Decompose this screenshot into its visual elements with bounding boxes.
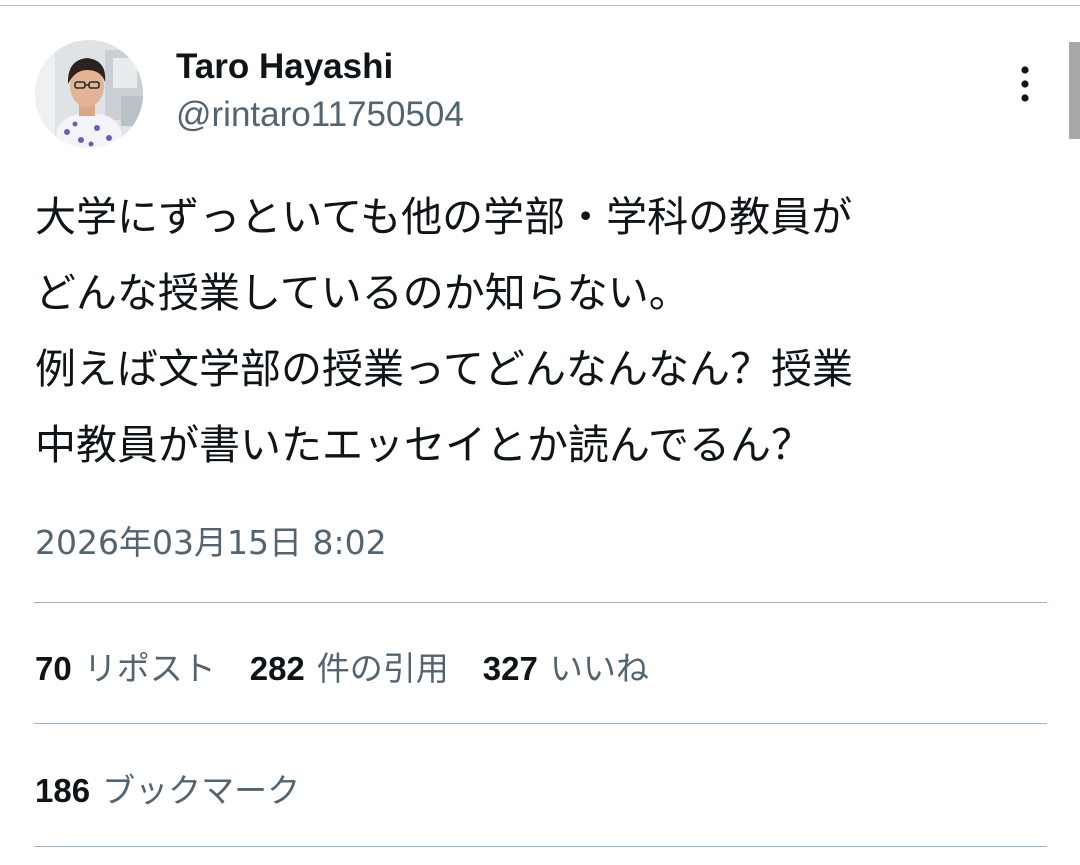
tweet-timestamp[interactable]: 2026年03月15日 8:02 xyxy=(35,520,387,566)
quotes-stat[interactable]: 282 件の引用 xyxy=(250,642,449,690)
display-name[interactable]: Taro Hayashi xyxy=(176,44,393,90)
bookmarks-stats: 186 ブックマーク xyxy=(35,765,334,811)
scrollbar[interactable] xyxy=(1069,42,1080,139)
tweet-text-line: 中教員が書いたエッセイとか読んでるん？ xyxy=(35,421,812,469)
tweet-text-line: どんな授業しているのか知らない。 xyxy=(35,269,690,317)
reposts-stat[interactable]: 70 リポスト xyxy=(35,642,216,690)
likes-stat[interactable]: 327 いいね xyxy=(483,642,649,690)
more-options-button[interactable] xyxy=(1003,60,1047,108)
reposts-count: 70 xyxy=(35,650,72,687)
divider xyxy=(34,602,1047,603)
user-handle[interactable]: @rintaro11750504 xyxy=(176,92,464,138)
engagement-stats: 70 リポスト 282 件の引用 327 いいね xyxy=(35,643,683,689)
profile-photo-icon xyxy=(35,40,143,148)
divider xyxy=(34,846,1047,847)
likes-label: いいね xyxy=(549,649,649,688)
reposts-label: リポスト xyxy=(83,649,216,688)
tweet-text-line: 大学にずっといても他の学部・学科の教員が xyxy=(35,193,853,241)
bookmarks-count: 186 xyxy=(35,772,91,809)
likes-count: 327 xyxy=(482,650,538,687)
tweet-text-line: 例えば文学部の授業ってどんなんなん？授業 xyxy=(35,345,853,393)
bookmarks-label: ブックマーク xyxy=(102,771,301,810)
top-divider xyxy=(0,5,1080,6)
quotes-label: 件の引用 xyxy=(316,649,449,688)
divider xyxy=(34,723,1047,724)
avatar[interactable] xyxy=(35,40,143,148)
more-vertical-icon xyxy=(1021,66,1029,102)
quotes-count: 282 xyxy=(249,650,305,687)
tweet-detail-page: Taro Hayashi @rintaro11750504 大学にずっといても他… xyxy=(0,0,1080,865)
tweet-text: 大学にずっといても他の学部・学科の教員が どんな授業しているのか知らない。 例え… xyxy=(35,179,1045,483)
bookmarks-stat[interactable]: 186 ブックマーク xyxy=(35,764,300,812)
